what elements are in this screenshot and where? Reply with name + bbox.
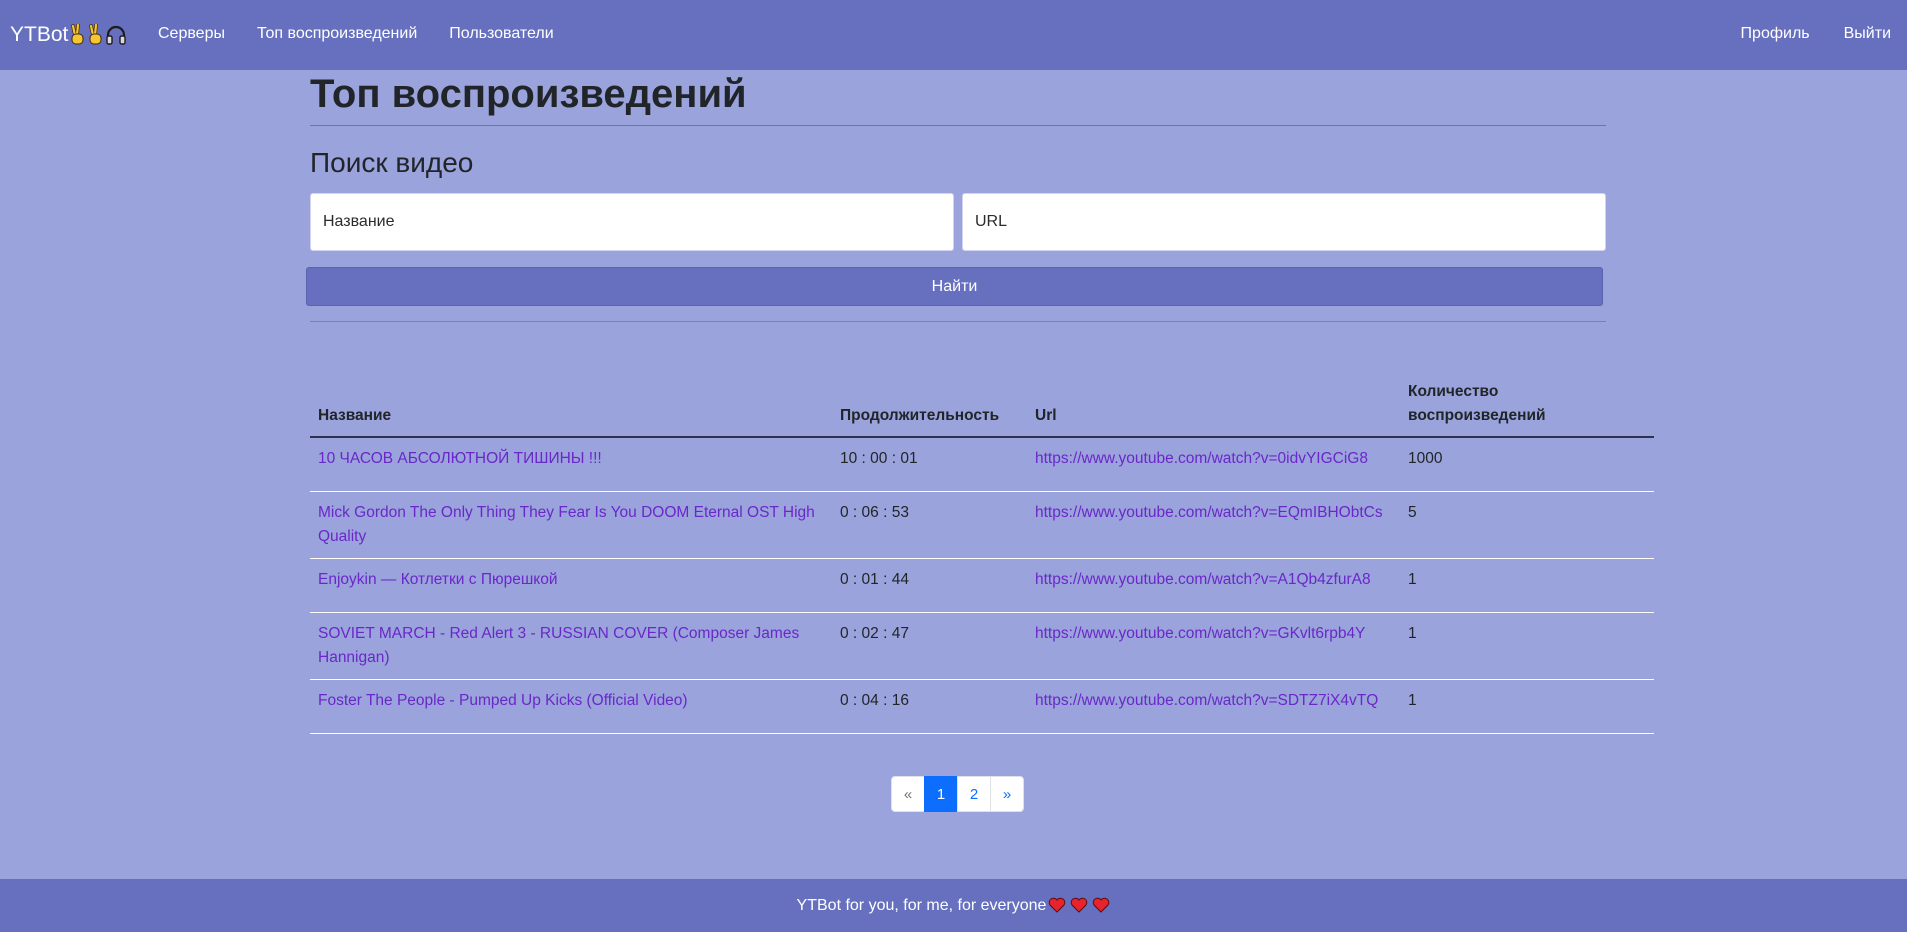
video-url-input[interactable] [962,193,1606,251]
find-button[interactable]: Найти [306,267,1603,306]
video-duration: 10 : 00 : 01 [840,450,918,467]
search-divider [310,321,1606,322]
footer-text: YTBot for you, for me, for everyone [797,897,1111,915]
pagination: « 1 2 » [891,776,1024,812]
video-duration: 0 : 01 : 44 [840,570,909,588]
video-url-link[interactable]: https://www.youtube.com/watch?v=SDTZ7iX4… [1035,692,1378,709]
video-name-link[interactable]: 10 ЧАСОВ АБСОЛЮТНОЙ ТИШИНЫ !!! [318,450,602,467]
video-duration: 0 : 02 : 47 [840,624,909,642]
pagination-page-1[interactable]: 1 [924,776,958,812]
table-row: 10 ЧАСОВ АБСОЛЮТНОЙ ТИШИНЫ !!! 10 : 00 :… [310,437,1654,491]
table-row: SOVIET MARCH - Red Alert 3 - RUSSIAN COV… [310,612,1654,679]
plays-table: Название Продолжительность Url Количеств… [310,380,1654,734]
header-name[interactable]: Название [310,380,832,437]
brand-name: YTBot [10,23,69,46]
video-name-link[interactable]: Mick Gordon The Only Thing They Fear Is … [318,504,815,545]
nav-link-profile[interactable]: Профиль [1741,24,1810,44]
header-url[interactable]: Url [1027,380,1400,437]
video-name-link[interactable]: Foster The People - Pumped Up Kicks (Off… [318,692,688,709]
video-name-link[interactable]: Enjoykin — Котлетки с Пюрешкой [318,571,558,588]
brand-emoji-group [69,23,127,46]
table-header-row: Название Продолжительность Url Количеств… [310,380,1654,437]
header-duration[interactable]: Продолжительность [832,380,1027,437]
video-play-count: 1000 [1408,450,1443,467]
table-row: Enjoykin — Котлетки с Пюрешкой 0 : 01 : … [310,558,1654,612]
heart-icon [1092,897,1110,913]
video-play-count: 5 [1408,503,1417,521]
video-play-count: 1 [1408,691,1417,709]
pagination-page-2[interactable]: 2 [957,776,991,812]
pagination-next[interactable]: » [990,776,1024,812]
video-url-link[interactable]: https://www.youtube.com/watch?v=0idvYIGC… [1035,450,1368,467]
nav-left: Серверы Топ воспроизведений Пользователи [158,24,586,44]
search-title: Поиск видео [310,147,474,178]
heart-icon [1048,897,1066,913]
victory-hand-icon [87,23,104,46]
victory-hand-icon [69,23,86,46]
nav-link-top-plays[interactable]: Топ воспроизведений [257,24,417,44]
headphones-icon [105,24,127,46]
video-url-link[interactable]: https://www.youtube.com/watch?v=GKvlt6rp… [1035,625,1365,642]
table-row: Mick Gordon The Only Thing They Fear Is … [310,491,1654,558]
nav-link-logout[interactable]: Выйти [1844,24,1891,44]
heart-icon [1070,897,1088,913]
video-duration: 0 : 04 : 16 [840,691,909,709]
header-count[interactable]: Количество воспроизведений [1400,380,1654,437]
video-url-link[interactable]: https://www.youtube.com/watch?v=A1Qb4zfu… [1035,571,1371,588]
brand-logo[interactable]: YTBot [10,22,127,48]
nav-link-users[interactable]: Пользователи [449,24,553,44]
table-row: Foster The People - Pumped Up Kicks (Off… [310,679,1654,733]
footer: YTBot for you, for me, for everyone [0,879,1907,932]
plays-table-wrapper: Название Продолжительность Url Количеств… [310,380,1654,734]
video-name-input[interactable] [310,193,954,251]
video-url-link[interactable]: https://www.youtube.com/watch?v=EQmIBHOb… [1035,504,1383,521]
footer-hearts [1048,897,1110,913]
nav-link-servers[interactable]: Серверы [158,24,225,44]
pagination-prev[interactable]: « [891,776,925,812]
navbar: YTBot Серверы Топ воспроизведений Пользо… [0,0,1907,70]
header-count-label: Количество воспроизведений [1408,383,1546,424]
video-play-count: 1 [1408,624,1417,642]
video-name-link[interactable]: SOVIET MARCH - Red Alert 3 - RUSSIAN COV… [318,625,799,666]
nav-right: Профиль Выйти [1707,24,1891,44]
page-title: Топ воспроизведений [310,72,747,116]
footer-tagline: YTBot for you, for me, for everyone [796,896,1047,914]
video-duration: 0 : 06 : 53 [840,503,909,521]
title-divider [310,125,1606,126]
video-play-count: 1 [1408,570,1417,588]
